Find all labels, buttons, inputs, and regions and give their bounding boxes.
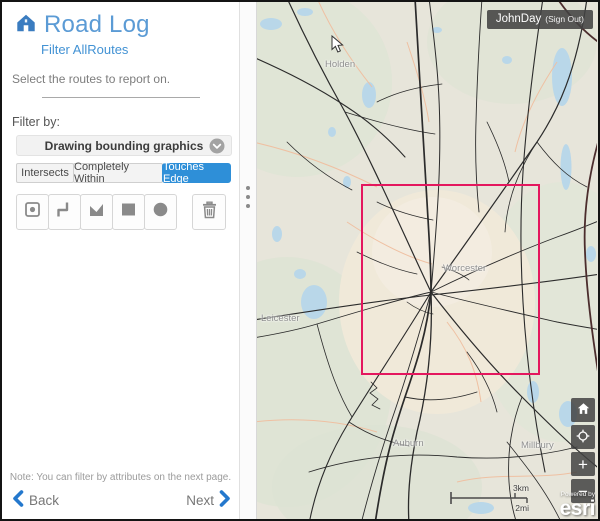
tab-intersects[interactable]: Intersects (16, 163, 74, 183)
filter-panel: Road Log Filter AllRoutes Select the rou… (2, 2, 240, 519)
tab-completely-within[interactable]: Completely Within (73, 163, 163, 183)
esri-attribution: Powered by esri (560, 492, 595, 520)
grip-dots-icon (246, 186, 250, 208)
trash-icon (201, 200, 218, 224)
dropdown-selected-value: Drawing bounding graphics (45, 139, 204, 153)
next-label: Next (186, 493, 214, 508)
draw-circle-button[interactable] (144, 194, 177, 230)
locate-button[interactable] (571, 425, 595, 449)
home-icon (576, 401, 591, 419)
home-logo-icon (15, 12, 37, 39)
divider (42, 97, 200, 98)
panel-collapse-handle[interactable] (240, 2, 257, 519)
page-title: Road Log (44, 11, 150, 39)
selection-rectangle-graphic[interactable] (361, 184, 540, 375)
back-button[interactable]: Back (12, 490, 59, 510)
spatial-relation-tabs: Intersects Completely Within Touches Edg… (16, 163, 232, 183)
draw-polyline-button[interactable] (48, 194, 81, 230)
sign-out-link[interactable]: (Sign Out) (545, 14, 584, 24)
clear-graphics-button[interactable] (192, 194, 226, 230)
home-extent-button[interactable] (571, 398, 595, 422)
scale-km-label: 3km (513, 483, 529, 493)
panel-description: Select the routes to report on. (12, 72, 239, 86)
scale-mi-label: 2mi (515, 503, 529, 513)
esri-logo: esri (560, 498, 595, 519)
wizard-nav: Back Next (12, 490, 231, 510)
polyline-tool-icon (55, 200, 74, 224)
point-tool-icon (23, 200, 42, 224)
user-name: JohnDay (496, 13, 541, 25)
app-header: Road Log (2, 2, 239, 39)
chevron-down-icon (209, 138, 225, 159)
filter-allroutes-link[interactable]: Filter AllRoutes (41, 42, 239, 57)
chevron-right-icon (219, 490, 231, 510)
scale-bar: 3km 2mi (449, 485, 533, 511)
zoom-in-button[interactable]: + (571, 452, 595, 476)
tab-touches-edge[interactable]: Touches Edge (162, 163, 231, 183)
road-log-app: Road Log Filter AllRoutes Select the rou… (0, 0, 600, 521)
draw-point-button[interactable] (16, 194, 49, 230)
powered-by-label: Powered by (560, 492, 595, 499)
circle-tool-icon (151, 200, 170, 224)
map-controls: + − (571, 398, 595, 503)
rectangle-tool-icon (119, 200, 138, 224)
chevron-left-icon (12, 490, 24, 510)
filter-by-label: Filter by: (12, 115, 239, 129)
back-label: Back (29, 493, 59, 508)
draw-toolbar (16, 194, 239, 230)
map-viewport[interactable]: Holden Worcester Leicester Auburn Millbu… (257, 2, 598, 519)
locate-icon (575, 428, 591, 447)
polygon-tool-icon (87, 200, 106, 224)
draw-polygon-button[interactable] (80, 194, 113, 230)
filter-method-dropdown[interactable]: Drawing bounding graphics (16, 135, 232, 156)
draw-rectangle-button[interactable] (112, 194, 145, 230)
attribute-filter-note: Note: You can filter by attributes on th… (2, 472, 239, 483)
user-account-button[interactable]: JohnDay (Sign Out) (487, 10, 593, 29)
next-button[interactable]: Next (186, 490, 231, 510)
